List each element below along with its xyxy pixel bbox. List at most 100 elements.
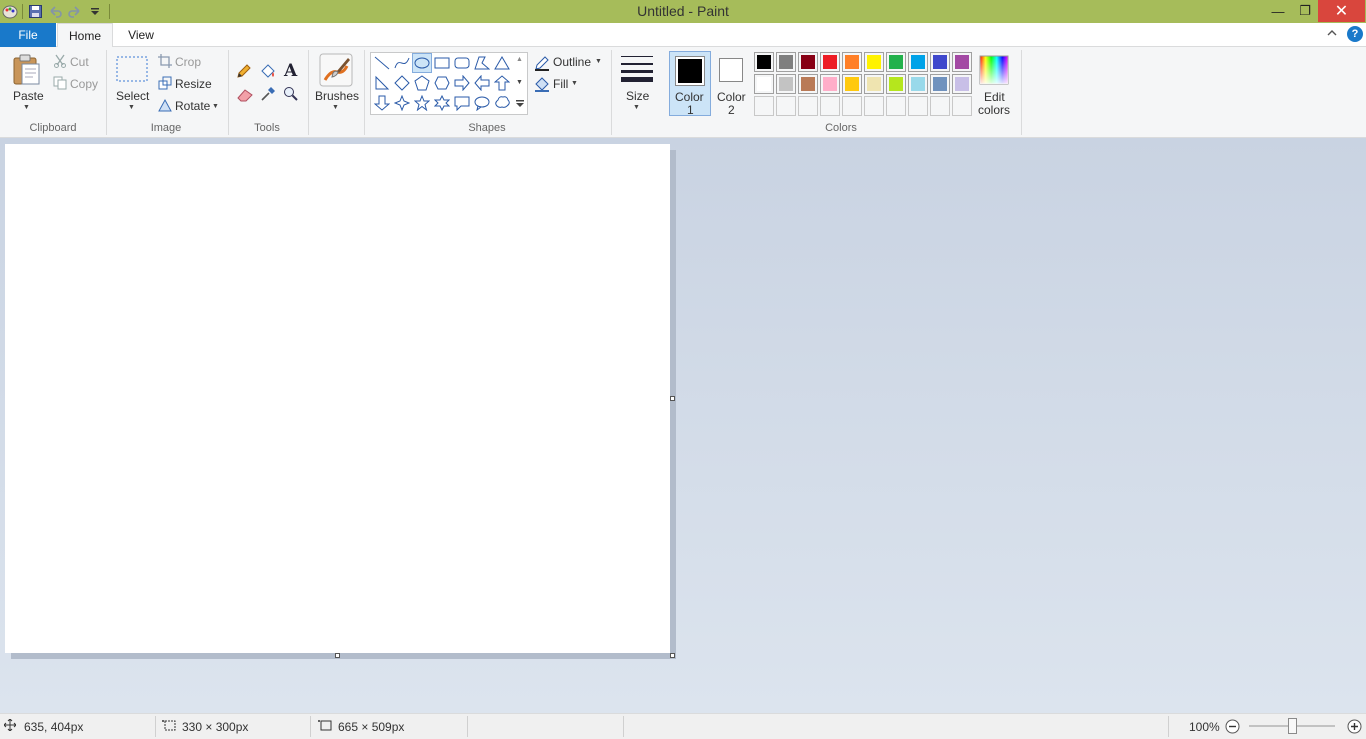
shapes-scroll-down-icon[interactable]: ▼ bbox=[516, 79, 523, 86]
paste-icon[interactable] bbox=[12, 54, 42, 89]
curve-shape-icon[interactable] bbox=[392, 53, 412, 73]
tab-file[interactable]: File bbox=[0, 23, 56, 47]
palette-swatch[interactable] bbox=[798, 74, 818, 94]
up-arrow-shape-icon[interactable] bbox=[492, 73, 512, 93]
palette-swatch[interactable] bbox=[776, 74, 796, 94]
palette-swatch[interactable] bbox=[908, 52, 928, 72]
custom-color-slot[interactable] bbox=[864, 96, 884, 116]
restore-button[interactable]: ❐ bbox=[1292, 0, 1318, 22]
select-dropdown-icon[interactable]: ▼ bbox=[128, 104, 135, 111]
rounded-rectangle-shape-icon[interactable] bbox=[452, 53, 472, 73]
palette-swatch[interactable] bbox=[776, 52, 796, 72]
close-button[interactable]: ✕ bbox=[1318, 0, 1365, 22]
palette-swatch[interactable] bbox=[754, 74, 774, 94]
left-arrow-shape-icon[interactable] bbox=[472, 73, 492, 93]
pencil-icon[interactable] bbox=[236, 63, 252, 82]
minimize-ribbon-icon[interactable] bbox=[1326, 27, 1338, 42]
palette-swatch[interactable] bbox=[864, 74, 884, 94]
zoom-slider-thumb[interactable] bbox=[1288, 718, 1297, 734]
palette-swatch[interactable] bbox=[820, 52, 840, 72]
shapes-scroll-up-icon[interactable]: ▲ bbox=[516, 56, 523, 63]
brushes-icon[interactable] bbox=[319, 53, 353, 90]
cloud-callout-shape-icon[interactable] bbox=[492, 93, 512, 113]
custom-color-slot[interactable] bbox=[820, 96, 840, 116]
palette-swatch[interactable] bbox=[798, 52, 818, 72]
palette-swatch[interactable] bbox=[842, 52, 862, 72]
outline-button[interactable]: Outline bbox=[553, 55, 591, 69]
rotate-button[interactable]: Rotate bbox=[175, 99, 210, 113]
resize-handle-bottom[interactable] bbox=[335, 653, 340, 658]
custom-color-slot[interactable] bbox=[842, 96, 862, 116]
size-dropdown-icon[interactable]: ▼ bbox=[633, 104, 640, 111]
select-icon[interactable] bbox=[116, 56, 148, 85]
brushes-button[interactable]: Brushes bbox=[315, 89, 359, 103]
color2-swatch[interactable] bbox=[719, 58, 743, 82]
paste-button[interactable]: Paste bbox=[13, 89, 44, 103]
four-point-star-shape-icon[interactable] bbox=[392, 93, 412, 113]
size-button[interactable]: Size bbox=[626, 89, 649, 103]
edit-colors-button[interactable]: Edit bbox=[984, 90, 1005, 104]
color2-label[interactable]: Color bbox=[717, 90, 746, 104]
cut-button[interactable]: Cut bbox=[70, 55, 89, 69]
right-arrow-shape-icon[interactable] bbox=[452, 73, 472, 93]
magnifier-icon[interactable] bbox=[283, 86, 299, 105]
crop-button[interactable]: Crop bbox=[175, 55, 201, 69]
zoom-out-icon[interactable] bbox=[1225, 719, 1240, 737]
line-shape-icon[interactable] bbox=[372, 53, 392, 73]
tab-home[interactable]: Home bbox=[57, 23, 113, 48]
palette-swatch[interactable] bbox=[952, 74, 972, 94]
outline-dropdown-icon[interactable]: ▼ bbox=[595, 58, 602, 65]
color-picker-icon[interactable] bbox=[260, 86, 276, 105]
oval-shape-icon[interactable] bbox=[412, 53, 432, 73]
custom-color-slot[interactable] bbox=[952, 96, 972, 116]
zoom-in-icon[interactable] bbox=[1347, 719, 1362, 737]
resize-handle-right[interactable] bbox=[670, 396, 675, 401]
resize-handle-corner[interactable] bbox=[670, 653, 675, 658]
edit-colors-icon[interactable] bbox=[979, 55, 1009, 88]
brushes-dropdown-icon[interactable]: ▼ bbox=[332, 104, 339, 111]
six-point-star-shape-icon[interactable] bbox=[432, 93, 452, 113]
palette-swatch[interactable] bbox=[864, 52, 884, 72]
oval-callout-shape-icon[interactable] bbox=[472, 93, 492, 113]
copy-button[interactable]: Copy bbox=[70, 77, 98, 91]
rectangle-shape-icon[interactable] bbox=[432, 53, 452, 73]
fill-dropdown-icon[interactable]: ▼ bbox=[571, 80, 578, 87]
palette-swatch[interactable] bbox=[930, 52, 950, 72]
palette-swatch[interactable] bbox=[886, 52, 906, 72]
custom-color-slot[interactable] bbox=[776, 96, 796, 116]
down-arrow-shape-icon[interactable] bbox=[372, 93, 392, 113]
fill-button[interactable]: Fill bbox=[553, 77, 568, 91]
right-triangle-shape-icon[interactable] bbox=[372, 73, 392, 93]
tab-view[interactable]: View bbox=[114, 23, 168, 47]
custom-color-slot[interactable] bbox=[908, 96, 928, 116]
custom-color-slot[interactable] bbox=[886, 96, 906, 116]
minimize-button[interactable]: — bbox=[1264, 0, 1292, 22]
custom-color-slot[interactable] bbox=[754, 96, 774, 116]
size-icon[interactable] bbox=[620, 54, 654, 87]
palette-swatch[interactable] bbox=[886, 74, 906, 94]
select-button[interactable]: Select bbox=[116, 89, 149, 103]
diamond-shape-icon[interactable] bbox=[392, 73, 412, 93]
palette-swatch[interactable] bbox=[952, 52, 972, 72]
palette-swatch[interactable] bbox=[842, 74, 862, 94]
resize-button[interactable]: Resize bbox=[175, 77, 212, 91]
color1-button[interactable]: Color 1 bbox=[669, 51, 711, 117]
rotate-dropdown-icon[interactable]: ▼ bbox=[212, 103, 219, 110]
text-tool-icon[interactable]: A bbox=[284, 61, 297, 81]
custom-color-slot[interactable] bbox=[798, 96, 818, 116]
custom-color-slot[interactable] bbox=[930, 96, 950, 116]
shapes-more-icon[interactable] bbox=[515, 98, 525, 112]
rect-callout-shape-icon[interactable] bbox=[452, 93, 472, 113]
pentagon-shape-icon[interactable] bbox=[412, 73, 432, 93]
palette-swatch[interactable] bbox=[754, 52, 774, 72]
fill-bucket-icon[interactable] bbox=[259, 62, 277, 83]
paste-dropdown-icon[interactable]: ▼ bbox=[23, 104, 30, 111]
palette-swatch[interactable] bbox=[908, 74, 928, 94]
drawing-canvas[interactable] bbox=[5, 144, 670, 653]
polygon-shape-icon[interactable] bbox=[472, 53, 492, 73]
five-point-star-shape-icon[interactable] bbox=[412, 93, 432, 113]
palette-swatch[interactable] bbox=[820, 74, 840, 94]
hexagon-shape-icon[interactable] bbox=[432, 73, 452, 93]
palette-swatch[interactable] bbox=[930, 74, 950, 94]
eraser-icon[interactable] bbox=[236, 87, 254, 106]
